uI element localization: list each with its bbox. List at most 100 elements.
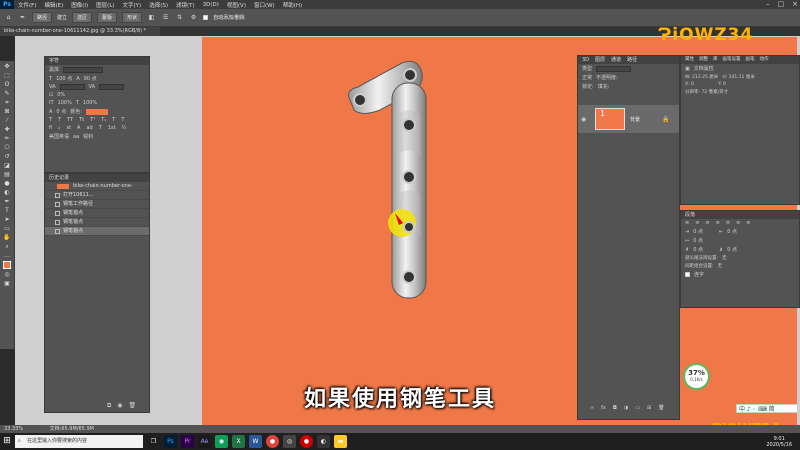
kerning-field[interactable] bbox=[59, 84, 85, 90]
subscript-icon[interactable]: T₁ bbox=[101, 117, 106, 123]
justify-all-icon[interactable]: ≡ bbox=[746, 220, 750, 226]
tab-3d[interactable]: 3D bbox=[582, 56, 589, 64]
font-size-field[interactable]: 100 点 bbox=[56, 75, 72, 82]
underline-icon[interactable]: T bbox=[112, 117, 115, 123]
hand-tool-icon[interactable]: ✋ bbox=[3, 234, 12, 241]
baseline-field[interactable]: 0 点 bbox=[56, 108, 66, 115]
add-mask-icon[interactable]: ◘ bbox=[613, 405, 617, 411]
photoshop-taskbar-icon[interactable]: Ps bbox=[164, 435, 177, 448]
history-item[interactable]: 钢笔锚点 bbox=[45, 218, 149, 227]
antialias-select[interactable]: 锐利 bbox=[83, 133, 93, 140]
quick-mask-icon[interactable]: ◎ bbox=[3, 271, 12, 278]
ot-t-icon[interactable]: T bbox=[99, 125, 102, 131]
layer-name[interactable]: 背景 bbox=[630, 116, 640, 123]
visibility-eye-icon[interactable]: ◉ bbox=[581, 116, 586, 123]
new-document-icon[interactable]: ⧉ bbox=[107, 402, 111, 410]
app2-taskbar-icon[interactable]: ◐ bbox=[317, 435, 330, 448]
small-caps-icon[interactable]: Tt bbox=[79, 117, 84, 123]
menu-image[interactable]: 图像(I) bbox=[67, 1, 92, 9]
eraser-tool-icon[interactable]: ◪ bbox=[3, 162, 12, 169]
move-tool-icon[interactable]: ✥ bbox=[3, 63, 12, 70]
selection-button[interactable]: 选区 bbox=[72, 12, 93, 23]
crop-tool-icon[interactable]: ⌗ bbox=[3, 99, 12, 106]
menu-select[interactable]: 选择(S) bbox=[145, 1, 172, 9]
record-taskbar-icon[interactable]: ● bbox=[300, 435, 313, 448]
tab-brushes[interactable]: 画笔 bbox=[746, 56, 755, 64]
maximize-icon[interactable]: □ bbox=[778, 0, 785, 9]
indent-right-field[interactable]: 0 点 bbox=[727, 228, 737, 235]
height-value[interactable]: H: 141.11 厘米 bbox=[722, 74, 755, 80]
screen-mode-icon[interactable]: ▣ bbox=[3, 280, 12, 287]
mask-button[interactable]: 蒙版 bbox=[97, 12, 118, 23]
menu-3d[interactable]: 3D(D) bbox=[199, 2, 223, 8]
chrome-taskbar-icon[interactable]: ● bbox=[266, 435, 279, 448]
menu-type[interactable]: 文字(Y) bbox=[119, 1, 146, 9]
quick-select-icon[interactable]: ✎ bbox=[3, 90, 12, 97]
y-value[interactable]: Y: 0 bbox=[718, 82, 726, 87]
history-brush-icon[interactable]: ↺ bbox=[3, 153, 12, 160]
indent-left-field[interactable]: 0 点 bbox=[693, 228, 703, 235]
frame-tool-icon[interactable]: ⊠ bbox=[3, 108, 12, 115]
excel-taskbar-icon[interactable]: X bbox=[232, 435, 245, 448]
network-speed-gauge[interactable]: 37% 0.1K/s bbox=[683, 363, 710, 390]
brush-tool-icon[interactable]: ✏ bbox=[3, 135, 12, 142]
font-style-select[interactable] bbox=[63, 66, 104, 73]
menu-help[interactable]: 帮助(H) bbox=[279, 1, 306, 9]
adjustment-layer-icon[interactable]: ◑ bbox=[624, 405, 628, 411]
first-line-field[interactable]: 0 点 bbox=[693, 237, 703, 244]
spacing-rule-select[interactable]: 无 bbox=[718, 263, 723, 269]
settings-gear-icon[interactable]: ⚙ bbox=[189, 14, 198, 21]
tsume-field[interactable]: 0% bbox=[57, 92, 65, 98]
aftereffects-taskbar-icon[interactable]: Ae bbox=[198, 435, 211, 448]
shape-mode-select[interactable]: 路径 bbox=[32, 12, 53, 23]
foreground-color-swatch[interactable] bbox=[3, 261, 11, 269]
marquee-tool-icon[interactable]: ⬚ bbox=[3, 72, 12, 79]
home-icon[interactable]: ⌂ bbox=[4, 14, 13, 21]
hscale-field[interactable]: 100% bbox=[83, 100, 97, 106]
path-ops-icon[interactable]: ◧ bbox=[147, 14, 156, 21]
path-arrange-icon[interactable]: ⇅ bbox=[175, 14, 184, 21]
tab-layers[interactable]: 图层 bbox=[595, 56, 605, 64]
align-left-icon[interactable]: ≡ bbox=[685, 220, 689, 226]
minimize-icon[interactable]: – bbox=[766, 0, 770, 9]
menu-edit[interactable]: 编辑(E) bbox=[40, 1, 67, 9]
task-view-icon[interactable]: ❐ bbox=[147, 435, 160, 448]
history-tab[interactable]: 历史记录 bbox=[45, 174, 149, 182]
snapshot-camera-icon[interactable]: ◉ bbox=[117, 402, 122, 410]
ot-st-icon[interactable]: st bbox=[66, 125, 71, 131]
tab-properties[interactable]: 属性 bbox=[685, 56, 694, 64]
tracking-field[interactable] bbox=[99, 84, 125, 90]
tab-adjustments[interactable]: 调整 bbox=[699, 56, 708, 64]
link-layers-icon[interactable]: ∞ bbox=[590, 405, 594, 411]
pen-tool-icon[interactable]: ✒ bbox=[3, 198, 12, 205]
gradient-tool-icon[interactable]: ▤ bbox=[3, 171, 12, 178]
ot-ad-icon[interactable]: ad bbox=[86, 125, 92, 131]
ime-toolbar[interactable]: 中 ♪ ◦ ⌨ 简 bbox=[736, 404, 798, 413]
character-tab[interactable]: 字符 bbox=[45, 57, 149, 65]
vscale-field[interactable]: 100% bbox=[58, 100, 72, 106]
menu-view[interactable]: 视图(V) bbox=[223, 1, 250, 9]
menu-filter[interactable]: 滤镜(T) bbox=[172, 1, 199, 9]
history-snapshot[interactable]: bike-chain-number-one-10611... bbox=[45, 182, 149, 198]
healing-brush-icon[interactable]: ✚ bbox=[3, 126, 12, 133]
superscript-icon[interactable]: T¹ bbox=[90, 117, 95, 123]
tab-channels[interactable]: 通道 bbox=[611, 56, 621, 64]
new-layer-icon[interactable]: ⊞ bbox=[647, 405, 651, 411]
lasso-tool-icon[interactable]: ʘ bbox=[3, 81, 12, 88]
space-before-field[interactable]: 0 点 bbox=[693, 246, 703, 253]
blend-mode-select[interactable]: 正常 bbox=[582, 74, 592, 81]
font-family-select[interactable]: 黑体 bbox=[49, 66, 59, 73]
ot-a-icon[interactable]: A bbox=[77, 125, 80, 131]
layer-style-icon[interactable]: fx bbox=[601, 405, 606, 411]
ot-half-icon[interactable]: ½ bbox=[122, 125, 127, 131]
close-icon[interactable]: × bbox=[792, 0, 798, 9]
tab-paths[interactable]: 路径 bbox=[627, 56, 637, 64]
language-select[interactable]: 美国英语 bbox=[49, 133, 69, 140]
trash-icon[interactable]: 🗑 bbox=[129, 402, 137, 410]
wechat-taskbar-icon[interactable]: ◉ bbox=[215, 435, 228, 448]
path-align-icon[interactable]: ☰ bbox=[161, 14, 170, 21]
hyphen-rule-select[interactable]: 无 bbox=[722, 255, 727, 261]
taskbar-search-box[interactable]: ⌕ 在这里输入你要搜索的内容 bbox=[15, 435, 143, 448]
delete-layer-icon[interactable]: 🗑 bbox=[658, 405, 664, 411]
stamp-tool-icon[interactable]: ⎔ bbox=[3, 144, 12, 151]
